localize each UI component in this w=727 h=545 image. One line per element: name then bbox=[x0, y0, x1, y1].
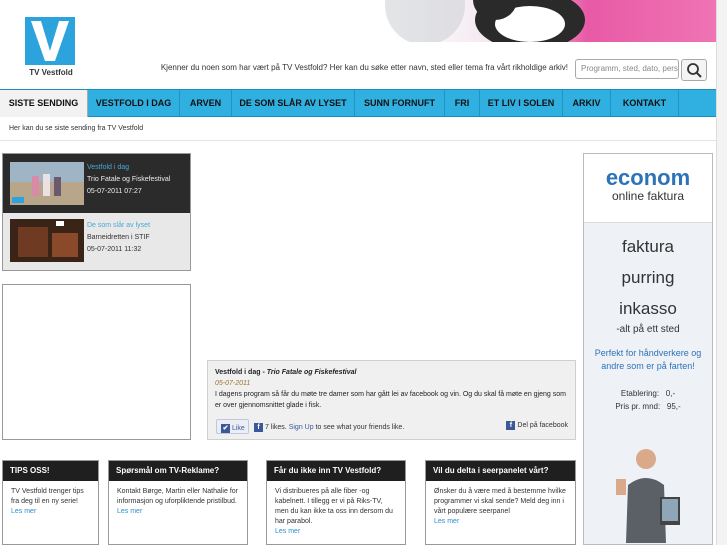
logo[interactable]: TV Vestfold bbox=[12, 8, 90, 84]
ad-person-image bbox=[616, 449, 680, 543]
thumbs-up-icon: ✔ bbox=[221, 423, 230, 433]
ad-pitch: Perfekt for håndverkere og andre som er … bbox=[594, 348, 702, 371]
signup-rest: to see what your friends like. bbox=[313, 424, 405, 431]
search-button[interactable] bbox=[681, 59, 707, 81]
item-date: 05-07-2011 07:27 bbox=[87, 188, 142, 195]
ad-brand: econom bbox=[605, 165, 691, 190]
nav-siste-sending[interactable]: SISTE SENDING bbox=[0, 90, 88, 117]
likes-text: f 7 likes. Sign Up to see what your frie… bbox=[254, 422, 404, 433]
nav-kontakt[interactable]: KONTAKT bbox=[611, 90, 679, 117]
recent-list: Vestfold i dag Trio Fatale og Fiskefesti… bbox=[2, 153, 191, 271]
video-thumbnail[interactable] bbox=[10, 219, 84, 262]
nav-et-liv-i-solen[interactable]: ET LIV I SOLEN bbox=[480, 90, 563, 117]
nav-de-som-slar-av-lyset[interactable]: DE SOM SLÅR AV LYSET bbox=[232, 90, 355, 117]
video-thumbnail[interactable] bbox=[10, 162, 84, 205]
signup-link[interactable]: Sign Up bbox=[289, 424, 314, 431]
logo-text: TV Vestfold bbox=[29, 68, 73, 77]
banner-art bbox=[385, 0, 585, 42]
item-category[interactable]: De som slår av lyset bbox=[87, 220, 150, 232]
ad-word: faktura bbox=[622, 237, 674, 256]
tip-title: Vil du delta i seerpanelet vårt? bbox=[426, 461, 575, 481]
divider bbox=[0, 140, 716, 141]
tip-title: TIPS OSS! bbox=[3, 461, 98, 481]
search-input[interactable]: Programm, sted, dato, person bbox=[575, 59, 679, 79]
item-category[interactable]: Vestfold i dag bbox=[87, 162, 170, 174]
nav-sunn-fornuft[interactable]: SUNN FORNUFT bbox=[355, 90, 445, 117]
header-banner bbox=[0, 0, 716, 42]
ad-tagline: -alt på ett sted bbox=[616, 324, 680, 335]
nav-arkiv[interactable]: ARKIV bbox=[563, 90, 611, 117]
ad-word: inkasso bbox=[619, 299, 677, 318]
episode-show: Vestfold i dag - bbox=[215, 369, 267, 376]
episode-title: Trio Fatale og Fiskefestival bbox=[266, 369, 357, 376]
like-label: Like bbox=[231, 425, 245, 432]
search-icon bbox=[687, 63, 702, 78]
episode-description: I dagens program så får du møte tre dame… bbox=[215, 391, 566, 409]
tip-box: TIPS OSS! TV Vestfold trenger tips fra d… bbox=[2, 460, 99, 545]
item-title: Barneidretten i STIF bbox=[87, 234, 150, 241]
econom-ad[interactable]: econom online faktura faktura purring in… bbox=[583, 153, 713, 545]
tip-text: Ønsker du å være med å bestemme hvilke p… bbox=[434, 488, 566, 515]
share-label: Del på facebook bbox=[517, 422, 568, 429]
like-button[interactable]: ✔ Like bbox=[216, 419, 249, 434]
episode-heading: Vestfold i dag - Trio Fatale og Fiskefes… bbox=[215, 367, 568, 378]
page-subtitle: Her kan du se siste sending fra TV Vestf… bbox=[9, 125, 144, 132]
list-item[interactable]: De som slår av lyset Barneidretten i STI… bbox=[3, 213, 190, 270]
read-more-link[interactable]: Les mer bbox=[117, 507, 239, 517]
item-title: Trio Fatale og Fiskefestival bbox=[87, 176, 171, 183]
likes-count: 7 likes. bbox=[264, 424, 287, 431]
read-more-link[interactable]: Les mer bbox=[434, 517, 567, 527]
header-tagline: Kjenner du noen som har vært på TV Vestf… bbox=[160, 63, 568, 72]
price-row: Pris pr. mnd: 95,- bbox=[615, 402, 681, 411]
item-date: 05-07-2011 11:32 bbox=[87, 246, 142, 253]
facebook-icon: f bbox=[506, 420, 516, 430]
read-more-link[interactable]: Les mer bbox=[11, 507, 90, 517]
read-more-link[interactable]: Les mer bbox=[275, 527, 397, 537]
tip-box: Vil du delta i seerpanelet vårt? Ønsker … bbox=[425, 460, 576, 545]
tip-box: Spørsmål om TV-Reklame? Kontakt Børge, M… bbox=[108, 460, 248, 545]
tip-title: Får du ikke inn TV Vestfold? bbox=[267, 461, 405, 481]
nav-vestfold-i-dag[interactable]: VESTFOLD I DAG bbox=[88, 90, 180, 117]
logo-mark bbox=[25, 17, 75, 65]
episode-info: Vestfold i dag - Trio Fatale og Fiskefes… bbox=[207, 360, 576, 440]
tip-box: Får du ikke inn TV Vestfold? Vi distribu… bbox=[266, 460, 406, 545]
ad-body: faktura purring inkasso -alt på ett sted… bbox=[584, 223, 712, 544]
main-nav: SISTE SENDING VESTFOLD I DAG ARVEN DE SO… bbox=[0, 89, 716, 117]
share-facebook-button[interactable]: f Del på facebook bbox=[506, 420, 568, 431]
empty-panel bbox=[2, 284, 191, 440]
facebook-row: ✔ Like f 7 likes. Sign Up to see what yo… bbox=[216, 418, 568, 436]
ad-header: econom online faktura bbox=[584, 154, 712, 223]
facebook-icon: f bbox=[254, 422, 263, 432]
ad-word: purring bbox=[621, 268, 675, 287]
price-row: Etablering: 0,- bbox=[620, 389, 676, 398]
page-scrollbar[interactable] bbox=[716, 0, 727, 545]
tip-title: Spørsmål om TV-Reklame? bbox=[109, 461, 247, 481]
tip-text: Kontakt Børge, Martin eller Nathalie for… bbox=[117, 488, 238, 505]
nav-fri[interactable]: FRI bbox=[445, 90, 480, 117]
ad-brand-sub: online faktura bbox=[611, 189, 685, 203]
nav-arven[interactable]: ARVEN bbox=[180, 90, 232, 117]
list-item[interactable]: Vestfold i dag Trio Fatale og Fiskefesti… bbox=[3, 154, 190, 213]
tip-text: TV Vestfold trenger tips fra deg til en … bbox=[11, 488, 84, 505]
ad-prices: Etablering: 0,- Pris pr. mnd: 95,- bbox=[584, 387, 712, 413]
episode-date: 05-07-2011 bbox=[215, 380, 251, 387]
tip-text: Vi distribueres på alle fiber -og kabeln… bbox=[275, 488, 393, 525]
